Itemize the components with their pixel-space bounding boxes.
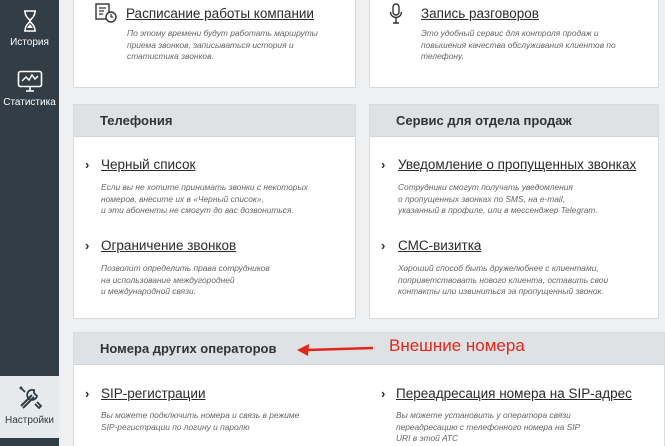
sidebar-item-history[interactable]: История [0, 10, 59, 62]
sip-registration-description: Вы можете подключить номера и связь в ре… [101, 410, 300, 432]
chevron-right-icon: › [85, 238, 90, 253]
sidebar-item-label: Статистика [3, 97, 56, 108]
recording-link[interactable]: Запись разговоров [421, 6, 539, 21]
sip-registration-link[interactable]: SIP-регистрации [101, 386, 206, 401]
recording-description: Это удобный сервис для контроля продаж и… [421, 28, 616, 61]
microphone-icon [389, 3, 403, 24]
chevron-right-icon: › [85, 157, 90, 172]
card-schedule: Расписание работы компании По этому врем… [73, 0, 356, 88]
chart-monitor-icon [17, 70, 42, 92]
blacklist-link[interactable]: Черный список [101, 157, 195, 172]
blacklist-description: Если вы не хотите принимать звонки с нек… [101, 182, 308, 215]
missed-calls-description: Сотрудники смогут получать уведомления о… [398, 182, 598, 215]
missed-calls-notification-link[interactable]: Уведомление о пропущенных звонках [398, 157, 636, 172]
annotation-label: Внешние номера [389, 336, 525, 355]
call-restriction-link[interactable]: Ограничение звонков [101, 238, 236, 253]
sip-forwarding-description: Вы можете установить у оператора связи п… [396, 410, 581, 443]
card-recording: Запись разговоров Это удобный сервис для… [369, 0, 659, 88]
sidebar-item-label: История [10, 37, 49, 48]
sidebar: История Статистика Настройки [0, 0, 59, 446]
sms-card-link[interactable]: СМС-визитка [398, 238, 481, 253]
chevron-right-icon: › [381, 386, 386, 401]
card-sales-service: Сервис для отдела продаж › Уведомление о… [369, 104, 659, 319]
sidebar-item-statistics[interactable]: Статистика [0, 70, 59, 118]
sidebar-item-settings[interactable]: Настройки [0, 376, 59, 438]
card-header: Телефония [74, 105, 355, 137]
chevron-right-icon: › [381, 157, 386, 172]
chevron-right-icon: › [381, 238, 386, 253]
hourglass-icon [23, 10, 36, 32]
card-telephony: Телефония › Черный список Если вы не хот… [73, 104, 356, 319]
sidebar-item-label: Настройки [4, 415, 55, 426]
card-header: Сервис для отдела продаж [370, 105, 658, 137]
sms-card-description: Хороший способ быть дружелюбнее с клиент… [398, 263, 609, 296]
schedule-link[interactable]: Расписание работы компании [126, 6, 314, 21]
call-restriction-description: Позволит определить права сотрудников на… [101, 263, 270, 296]
chevron-right-icon: › [85, 386, 90, 401]
sip-forwarding-link[interactable]: Переадресация номера на SIP-адрес [396, 386, 632, 401]
annotation-arrow-icon [297, 344, 374, 356]
clock-list-icon [95, 3, 117, 23]
schedule-description: По этому времени будут работать маршруты… [127, 28, 318, 61]
main-content: Расписание работы компании По этому врем… [59, 0, 665, 446]
tools-icon [18, 386, 42, 410]
